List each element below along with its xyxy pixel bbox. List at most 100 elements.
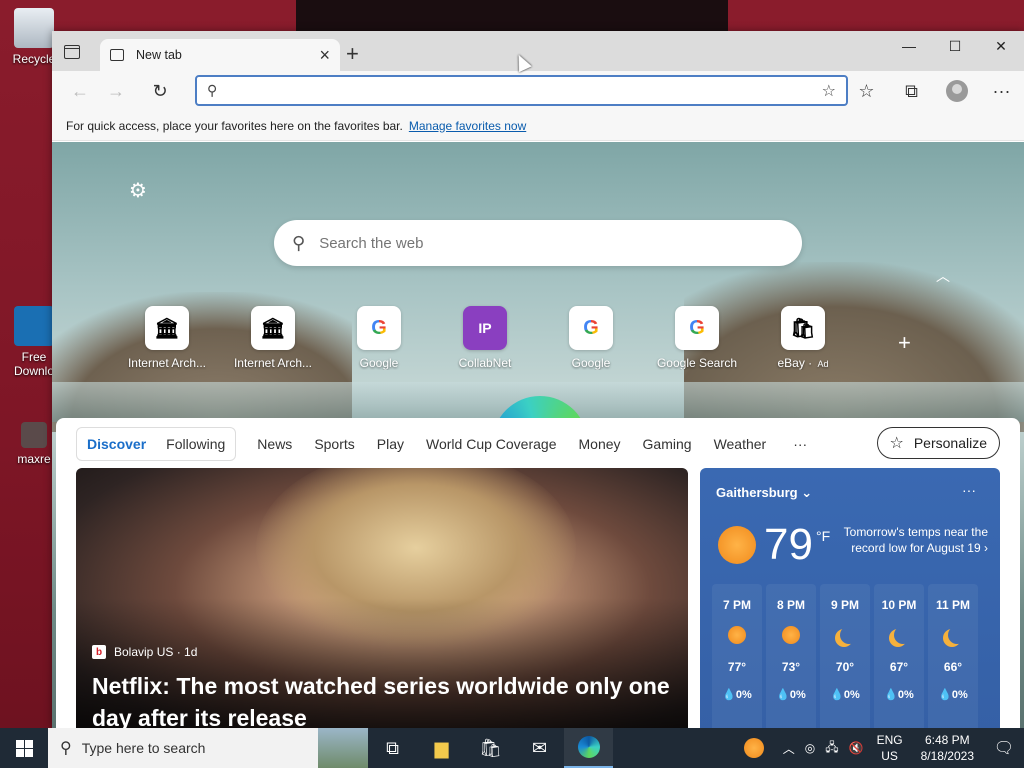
settings-more-button[interactable]: ··· [979,75,1024,107]
tab-sports[interactable]: Sports [303,436,365,452]
locale-label: US [881,749,898,763]
hero-source-label: Bolavip US · 1d [114,645,198,659]
add-favorite-icon[interactable]: ☆ [822,81,836,101]
quick-link-collabnet[interactable]: IP CollabNet [432,306,538,370]
hero-news-card[interactable]: b Bolavip US · 1d Netflix: The most watc… [76,468,688,728]
weather-more-button[interactable]: ··· [962,482,976,498]
quick-link-ebay-ad[interactable]: 🛍 eBay · Ad [750,306,856,370]
personalize-star-icon: ☆ [889,435,904,452]
quick-link-google[interactable]: G Google [538,306,644,370]
new-tab-button[interactable]: + [346,43,359,65]
tab-new-tab[interactable]: New tab × [100,39,340,71]
meet-now-icon[interactable]: ◎ [800,741,820,755]
quick-link-google-search[interactable]: G Google Search [644,306,750,370]
profile-button[interactable] [934,75,979,107]
hour-temp: 77° [727,660,747,674]
web-search-input[interactable] [319,234,784,252]
web-search-box[interactable]: ⚲ [274,220,802,266]
collections-button[interactable]: ⧉ [889,75,934,107]
news-feed: Discover Following News Sports Play Worl… [56,418,1020,728]
hour-time: 9 PM [830,598,859,612]
tab-discover[interactable]: Discover [77,436,156,452]
quick-link-label: Internet Arch... [233,356,313,370]
feed-segment-toggle: Discover Following [76,427,237,461]
hour-temp: 70° [835,660,855,674]
file-explorer-button[interactable]: ▆ [417,728,466,768]
input-language-indicator[interactable]: ENG US [869,732,911,764]
mail-button[interactable]: ✉ [515,728,564,768]
add-quick-link-button[interactable]: + [898,330,911,356]
navigation-toolbar: ← → ↻ ⚲ ☆ ☆ ⧉ ··· [52,71,1024,111]
tab-weather[interactable]: Weather [703,436,778,452]
hero-headline[interactable]: Netflix: The most watched series worldwi… [92,670,682,728]
taskbar-search-placeholder: Type here to search [81,740,206,756]
close-window-button[interactable]: ✕ [978,31,1024,61]
image-file-icon [21,422,47,448]
system-tray: ︿ ◎ 🖧 🔇 ENG US 6:48 PM 8/18/2023 🗨 [743,728,1024,768]
network-icon[interactable]: 🖧 [820,738,843,759]
desktop-background-window [296,0,728,32]
quick-link-internet-archive[interactable]: 🏛 Internet Arch... [220,306,326,370]
task-view-button[interactable]: ⧉ [368,728,417,768]
address-bar[interactable]: ⚲ ☆ [195,75,848,106]
refresh-button[interactable]: ↻ [142,75,178,107]
collapse-chevron-up-icon[interactable]: ︿ [936,266,950,286]
show-hidden-icons-chevron-icon[interactable]: ︿ [778,740,800,757]
edge-taskbar-button[interactable] [564,728,613,768]
page-settings-gear-icon[interactable]: ⚙ [129,178,147,203]
weather-note[interactable]: Tomorrow's temps near the record low for… [830,524,988,556]
avatar [945,80,968,102]
personalize-label: Personalize [913,435,987,451]
ebay-icon: 🛍 [781,306,825,350]
archive-icon: 🏛 [145,306,189,350]
hero-source: b Bolavip US · 1d [92,645,197,659]
taskbar: ⚲ Type here to search ⧉ ▆ 🛍 ✉ ︿ ◎ 🖧 🔇 EN… [0,728,1024,768]
maximize-button[interactable]: ☐ [932,31,978,61]
title-bar: New tab × + — ☐ ✕ [52,31,1024,71]
notifications-icon[interactable]: 🗨 [984,738,1024,758]
tab-following[interactable]: Following [156,436,235,452]
hourly-item: 7 PM 77° 💧0% [712,584,762,728]
tab-actions-icon[interactable] [64,45,80,59]
clock[interactable]: 6:48 PM 8/18/2023 [911,732,984,764]
tab-money[interactable]: Money [568,436,632,452]
minimize-button[interactable]: — [886,31,932,61]
hourly-item: 11 PM 66° 💧0% [928,584,978,728]
hour-precip: 💧0% [776,689,806,701]
weather-location[interactable]: Gaithersburg ⌄ [716,485,812,501]
forward-button[interactable]: → [98,75,134,107]
moon-icon [948,626,966,644]
taskbar-search-box[interactable]: ⚲ Type here to search [48,728,368,768]
archive-icon: 🏛 [251,306,295,350]
weather-unit: °F [816,528,831,544]
tab-news[interactable]: News [246,436,303,452]
personalize-button[interactable]: ☆ Personalize [876,427,1000,459]
weather-tray-icon[interactable] [743,738,764,758]
volume-muted-icon[interactable]: 🔇 [844,741,869,755]
quick-link-internet-archive[interactable]: 🏛 Internet Arch... [114,306,220,370]
weather-card[interactable]: Gaithersburg ⌄ ··· 79 °F Tomorrow's temp… [700,468,1000,728]
hour-temp: 73° [781,660,801,674]
recycle-bin-icon [14,8,54,48]
quick-link-google[interactable]: G Google [326,306,432,370]
tab-title: New tab [136,48,182,62]
address-input[interactable] [225,83,822,98]
manage-favorites-link[interactable]: Manage favorites now [409,119,526,133]
favorites-button[interactable]: ☆ [844,75,889,107]
tab-gaming[interactable]: Gaming [632,436,703,452]
feed-more-button[interactable]: ··· [793,436,807,452]
chevron-down-icon: ⌄ [801,485,813,500]
start-button[interactable] [0,728,48,768]
close-tab-icon[interactable]: × [319,46,330,64]
desktop-icon-label: Recycle [12,52,56,66]
hour-time: 11 PM [935,598,971,612]
quick-link-label: eBay · Ad [777,356,829,370]
tab-play[interactable]: Play [366,436,415,452]
hour-precip: 💧0% [938,689,968,701]
microsoft-store-button[interactable]: 🛍 [466,728,515,768]
moon-icon [840,626,858,644]
hour-precip: 💧0% [884,689,914,701]
tab-world-cup-coverage[interactable]: World Cup Coverage [415,436,567,452]
quick-link-label: Google [359,356,399,370]
back-button[interactable]: ← [62,75,98,107]
